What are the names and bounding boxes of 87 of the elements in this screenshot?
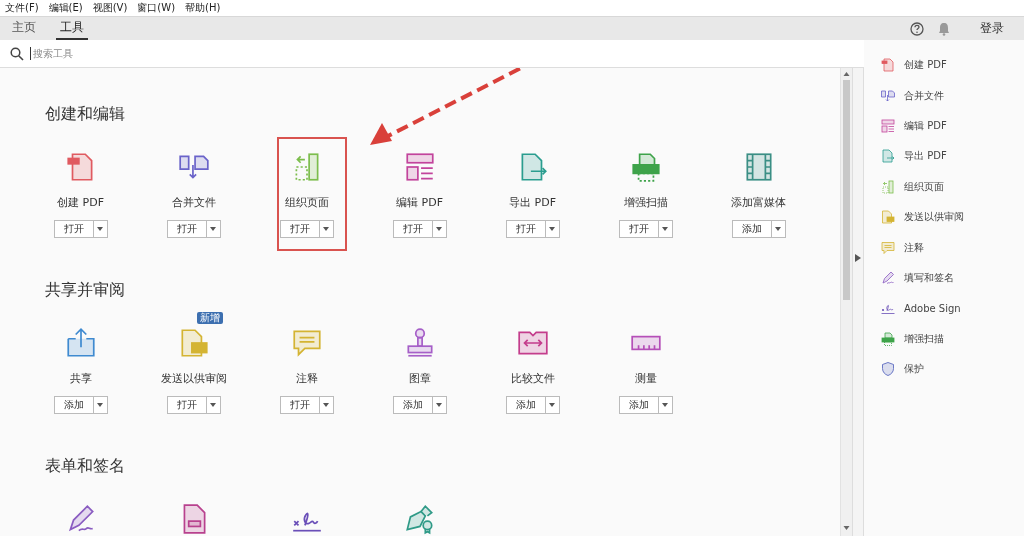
menu-item[interactable]: 视图(V) xyxy=(92,1,128,15)
tool-label: 导出 PDF xyxy=(509,196,556,210)
menu-item[interactable]: 帮助(H) xyxy=(185,1,221,15)
document-plus-icon xyxy=(880,57,896,74)
pen-icon xyxy=(880,269,896,286)
tool-action-button[interactable]: 添加 xyxy=(53,396,93,414)
caret-icon xyxy=(549,227,555,231)
caret-icon xyxy=(436,403,442,407)
tool-label: 测量 xyxy=(634,372,657,386)
document-speech-icon xyxy=(880,209,896,226)
sidebar-label: 合并文件 xyxy=(904,88,944,103)
tool-action-button[interactable]: 打开 xyxy=(392,220,432,238)
section-title: 表单和签名 xyxy=(45,456,126,476)
caret-icon xyxy=(323,403,329,407)
sidebar-label: 注释 xyxy=(904,240,924,255)
layout-icon xyxy=(880,117,896,134)
tool-action-button[interactable]: 打开 xyxy=(166,220,206,238)
caret-icon xyxy=(662,403,668,407)
documents-merge-icon xyxy=(880,87,896,104)
sidebar-label: 创建 PDF xyxy=(904,58,947,73)
section-title: 创建和编辑 xyxy=(45,104,126,124)
tool-action-button[interactable]: 打开 xyxy=(53,220,93,238)
sidebar-item[interactable]: 合并文件 xyxy=(880,80,944,111)
sidebar-item[interactable]: 填写和签名 xyxy=(880,262,954,294)
tool-label: 组织页面 xyxy=(284,196,329,210)
tool-action-button[interactable]: 打开 xyxy=(618,220,658,238)
tool-action-button[interactable]: 打开 xyxy=(279,396,319,414)
login-button[interactable]: 登录 xyxy=(974,19,1010,38)
sidebar-item[interactable]: Adobe Sign xyxy=(880,293,961,324)
sidebar-label: 编辑 PDF xyxy=(904,118,947,133)
tool-action-button[interactable]: 添加 xyxy=(731,220,771,238)
tool-label: 注释 xyxy=(295,372,318,386)
tool-label: 比较文件 xyxy=(510,372,555,386)
tool-label: 创建 PDF xyxy=(57,196,104,210)
caret-icon xyxy=(436,227,442,231)
caret-icon xyxy=(210,403,216,407)
caret-icon xyxy=(210,227,216,231)
sidebar-item[interactable]: 注释 xyxy=(880,232,924,263)
tool-label: 图章 xyxy=(408,372,431,386)
sidebar-item[interactable]: 发送以供审阅 xyxy=(880,201,964,233)
tool-label: 共享 xyxy=(69,372,92,386)
caret-icon xyxy=(662,227,668,231)
shield-icon xyxy=(880,361,896,378)
sidebar-item[interactable]: 增强扫描 xyxy=(880,323,944,354)
caret-icon xyxy=(97,403,103,407)
speech-bubble-icon xyxy=(880,239,896,256)
menu-item[interactable]: 文件(F) xyxy=(5,1,39,15)
help-icon[interactable] xyxy=(910,21,924,36)
tool-action-button[interactable]: 打开 xyxy=(166,396,206,414)
pages-icon xyxy=(880,178,896,195)
sidebar-label: 增强扫描 xyxy=(904,331,944,346)
tool-label: 增强扫描 xyxy=(623,196,668,210)
caret-icon xyxy=(97,227,103,231)
expand-arrow-icon[interactable] xyxy=(855,254,861,262)
section-title: 共享并审阅 xyxy=(45,280,126,300)
caret-icon xyxy=(549,403,555,407)
sidebar-item[interactable]: 创建 PDF xyxy=(880,50,947,81)
tool-action-button[interactable]: 打开 xyxy=(279,220,319,238)
sidebar-label: Adobe Sign xyxy=(904,302,961,314)
document-arrow-icon xyxy=(880,148,896,165)
tool-action-button[interactable]: 打开 xyxy=(505,220,545,238)
sidebar-item[interactable]: 导出 PDF xyxy=(880,141,947,172)
sidebar-label: 导出 PDF xyxy=(904,149,947,164)
tool-action-button[interactable]: 添加 xyxy=(392,396,432,414)
sidebar-item[interactable]: 编辑 PDF xyxy=(880,110,947,142)
scrollbar[interactable] xyxy=(840,68,852,536)
tool-action-button[interactable]: 添加 xyxy=(505,396,545,414)
search-icon xyxy=(10,46,24,61)
tab[interactable]: 主页 xyxy=(8,17,40,40)
search-field[interactable]: 搜索工具 xyxy=(30,47,230,60)
tool-label: 添加富媒体 xyxy=(731,196,786,210)
caret-icon xyxy=(775,227,781,231)
sidebar-label: 组织页面 xyxy=(904,179,944,194)
new-badge: 新增 xyxy=(197,312,223,324)
menu-item[interactable]: 编辑(E) xyxy=(48,1,83,15)
sidebar-item[interactable]: 保护 xyxy=(880,353,924,385)
caret-icon xyxy=(323,227,329,231)
sidebar-label: 保护 xyxy=(904,362,924,377)
sidebar-item[interactable]: 组织页面 xyxy=(880,171,944,202)
tool-label: 合并文件 xyxy=(171,196,216,210)
tool-label: 发送以供审阅 xyxy=(160,372,227,386)
tool-label: 编辑 PDF xyxy=(396,196,443,210)
sidebar-label: 填写和签名 xyxy=(904,270,954,285)
sidebar-label: 发送以供审阅 xyxy=(904,210,964,225)
printer-icon xyxy=(880,330,896,347)
tool-action-button[interactable]: 添加 xyxy=(618,396,658,414)
menu-item[interactable]: 窗口(W) xyxy=(137,1,176,15)
